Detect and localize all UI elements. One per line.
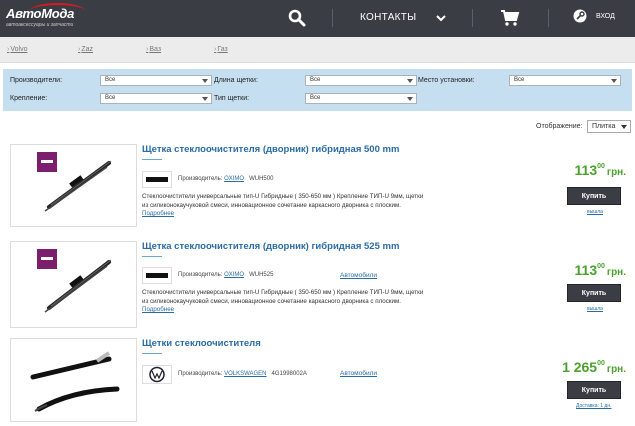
manufacturer-link[interactable]: OXIMO — [224, 176, 244, 182]
manufacturer-line: Производитель: OXIMO WUH525 — [178, 272, 274, 278]
type-select[interactable]: Все — [305, 93, 417, 104]
filter-label-place: Место установки: — [418, 77, 475, 84]
more-link[interactable]: Подробнее — [142, 210, 174, 217]
top-navbar: АвтоМода автоаксессуары и запчасти КОНТА… — [0, 0, 635, 37]
wiper-blade-image — [44, 259, 112, 313]
filter-label-manufacturers: Производители: — [10, 77, 63, 84]
display-select[interactable]: Плитка — [587, 120, 631, 133]
category-link[interactable]: Автомобили — [340, 272, 377, 279]
manufacturers-select[interactable]: Все — [100, 75, 212, 86]
product-card: Щетки стеклоочистителя Производитель: VO… — [0, 333, 635, 426]
stock-status[interactable]: Доставка: 1 дн. — [576, 403, 612, 409]
brand-badge — [37, 152, 57, 172]
product-title[interactable]: Щетка стеклоочистителя (дворник) гибридн… — [142, 144, 399, 155]
chevron-down-icon[interactable] — [434, 11, 448, 25]
filter-panel: Производители: Все Длина щетки: Все Мест… — [3, 69, 632, 111]
product-image[interactable] — [10, 241, 137, 328]
filter-label-length: Длина щетки: — [214, 77, 258, 84]
manufacturer-logo — [142, 365, 172, 384]
nav-separator — [472, 9, 473, 27]
stock-status[interactable]: вышла — [587, 306, 603, 312]
brand-bar: ›Volvo ›Zaz ›Ваз ›Газ — [0, 37, 635, 63]
login-link[interactable]: ВХОД — [596, 13, 615, 20]
product-price: 11300грн. — [574, 162, 626, 178]
length-select[interactable]: Все — [305, 75, 417, 86]
manufacturer-logo — [142, 171, 172, 188]
category-link[interactable]: Автомобили — [340, 370, 377, 377]
manufacturer-line: Производитель: VOLKSWAGEN 4G1998002A — [178, 371, 307, 377]
wiper-blade-image — [44, 160, 112, 212]
brand-link-volvo[interactable]: ›Volvo — [7, 46, 27, 53]
title-underline — [142, 256, 162, 257]
manufacturer-line: Производитель: OXIMO WUH500 — [178, 176, 274, 182]
product-image[interactable] — [10, 144, 137, 227]
product-title[interactable]: Щетки стеклоочистителя — [142, 338, 261, 349]
more-link[interactable]: Подробнее — [142, 306, 174, 313]
product-description: Стеклоочистители универсальные тип-U Гиб… — [142, 289, 424, 313]
display-label: Отображение: — [536, 123, 583, 130]
place-select[interactable]: Все — [509, 75, 621, 86]
mount-select[interactable]: Все — [100, 93, 212, 104]
buy-button[interactable]: Купить — [567, 187, 621, 205]
filter-label-type: Тип щетки: — [214, 95, 250, 102]
product-price: 11300грн. — [574, 262, 626, 278]
logo-subtitle: автоаксессуары и запчасти — [6, 22, 74, 28]
manufacturer-link[interactable]: VOLKSWAGEN — [224, 371, 266, 377]
nav-separator — [548, 9, 549, 27]
site-logo[interactable]: АвтоМода — [6, 6, 74, 21]
buy-button[interactable]: Купить — [567, 381, 621, 399]
nav-separator — [332, 9, 333, 27]
product-description: Стеклоочистители универсальные тип-U Гиб… — [142, 193, 424, 217]
product-title[interactable]: Щетка стеклоочистителя (дворник) гибридн… — [142, 241, 399, 252]
cart-icon[interactable] — [500, 9, 520, 27]
title-underline — [142, 353, 162, 354]
wrench-icon[interactable] — [573, 9, 587, 23]
product-price: 1 26500грн. — [562, 359, 626, 375]
product-sku: WUH525 — [249, 272, 274, 278]
search-icon[interactable] — [288, 9, 306, 27]
brand-badge — [37, 249, 57, 269]
brand-link-gaz[interactable]: ›Газ — [214, 46, 228, 53]
title-underline — [142, 159, 162, 160]
product-card: Щетка стеклоочистителя (дворник) гибридн… — [0, 139, 635, 231]
brand-link-zaz[interactable]: ›Zaz — [78, 46, 93, 53]
volkswagen-logo — [149, 366, 165, 383]
product-image[interactable] — [10, 338, 137, 422]
manufacturer-link[interactable]: OXIMO — [224, 272, 244, 278]
product-sku: WUH500 — [249, 176, 274, 182]
buy-button[interactable]: Купить — [567, 284, 621, 302]
product-card: Щетка стеклоочистителя (дворник) гибридн… — [0, 236, 635, 328]
stock-status[interactable]: вышла — [587, 209, 603, 215]
filter-label-mount: Крепление: — [10, 95, 48, 102]
manufacturer-logo — [142, 267, 172, 284]
brand-link-vaz[interactable]: ›Ваз — [146, 46, 161, 53]
wiper-blade-image — [30, 351, 120, 412]
product-sku: 4G1998002A — [271, 371, 307, 377]
contacts-menu[interactable]: КОНТАКТЫ — [360, 12, 416, 23]
